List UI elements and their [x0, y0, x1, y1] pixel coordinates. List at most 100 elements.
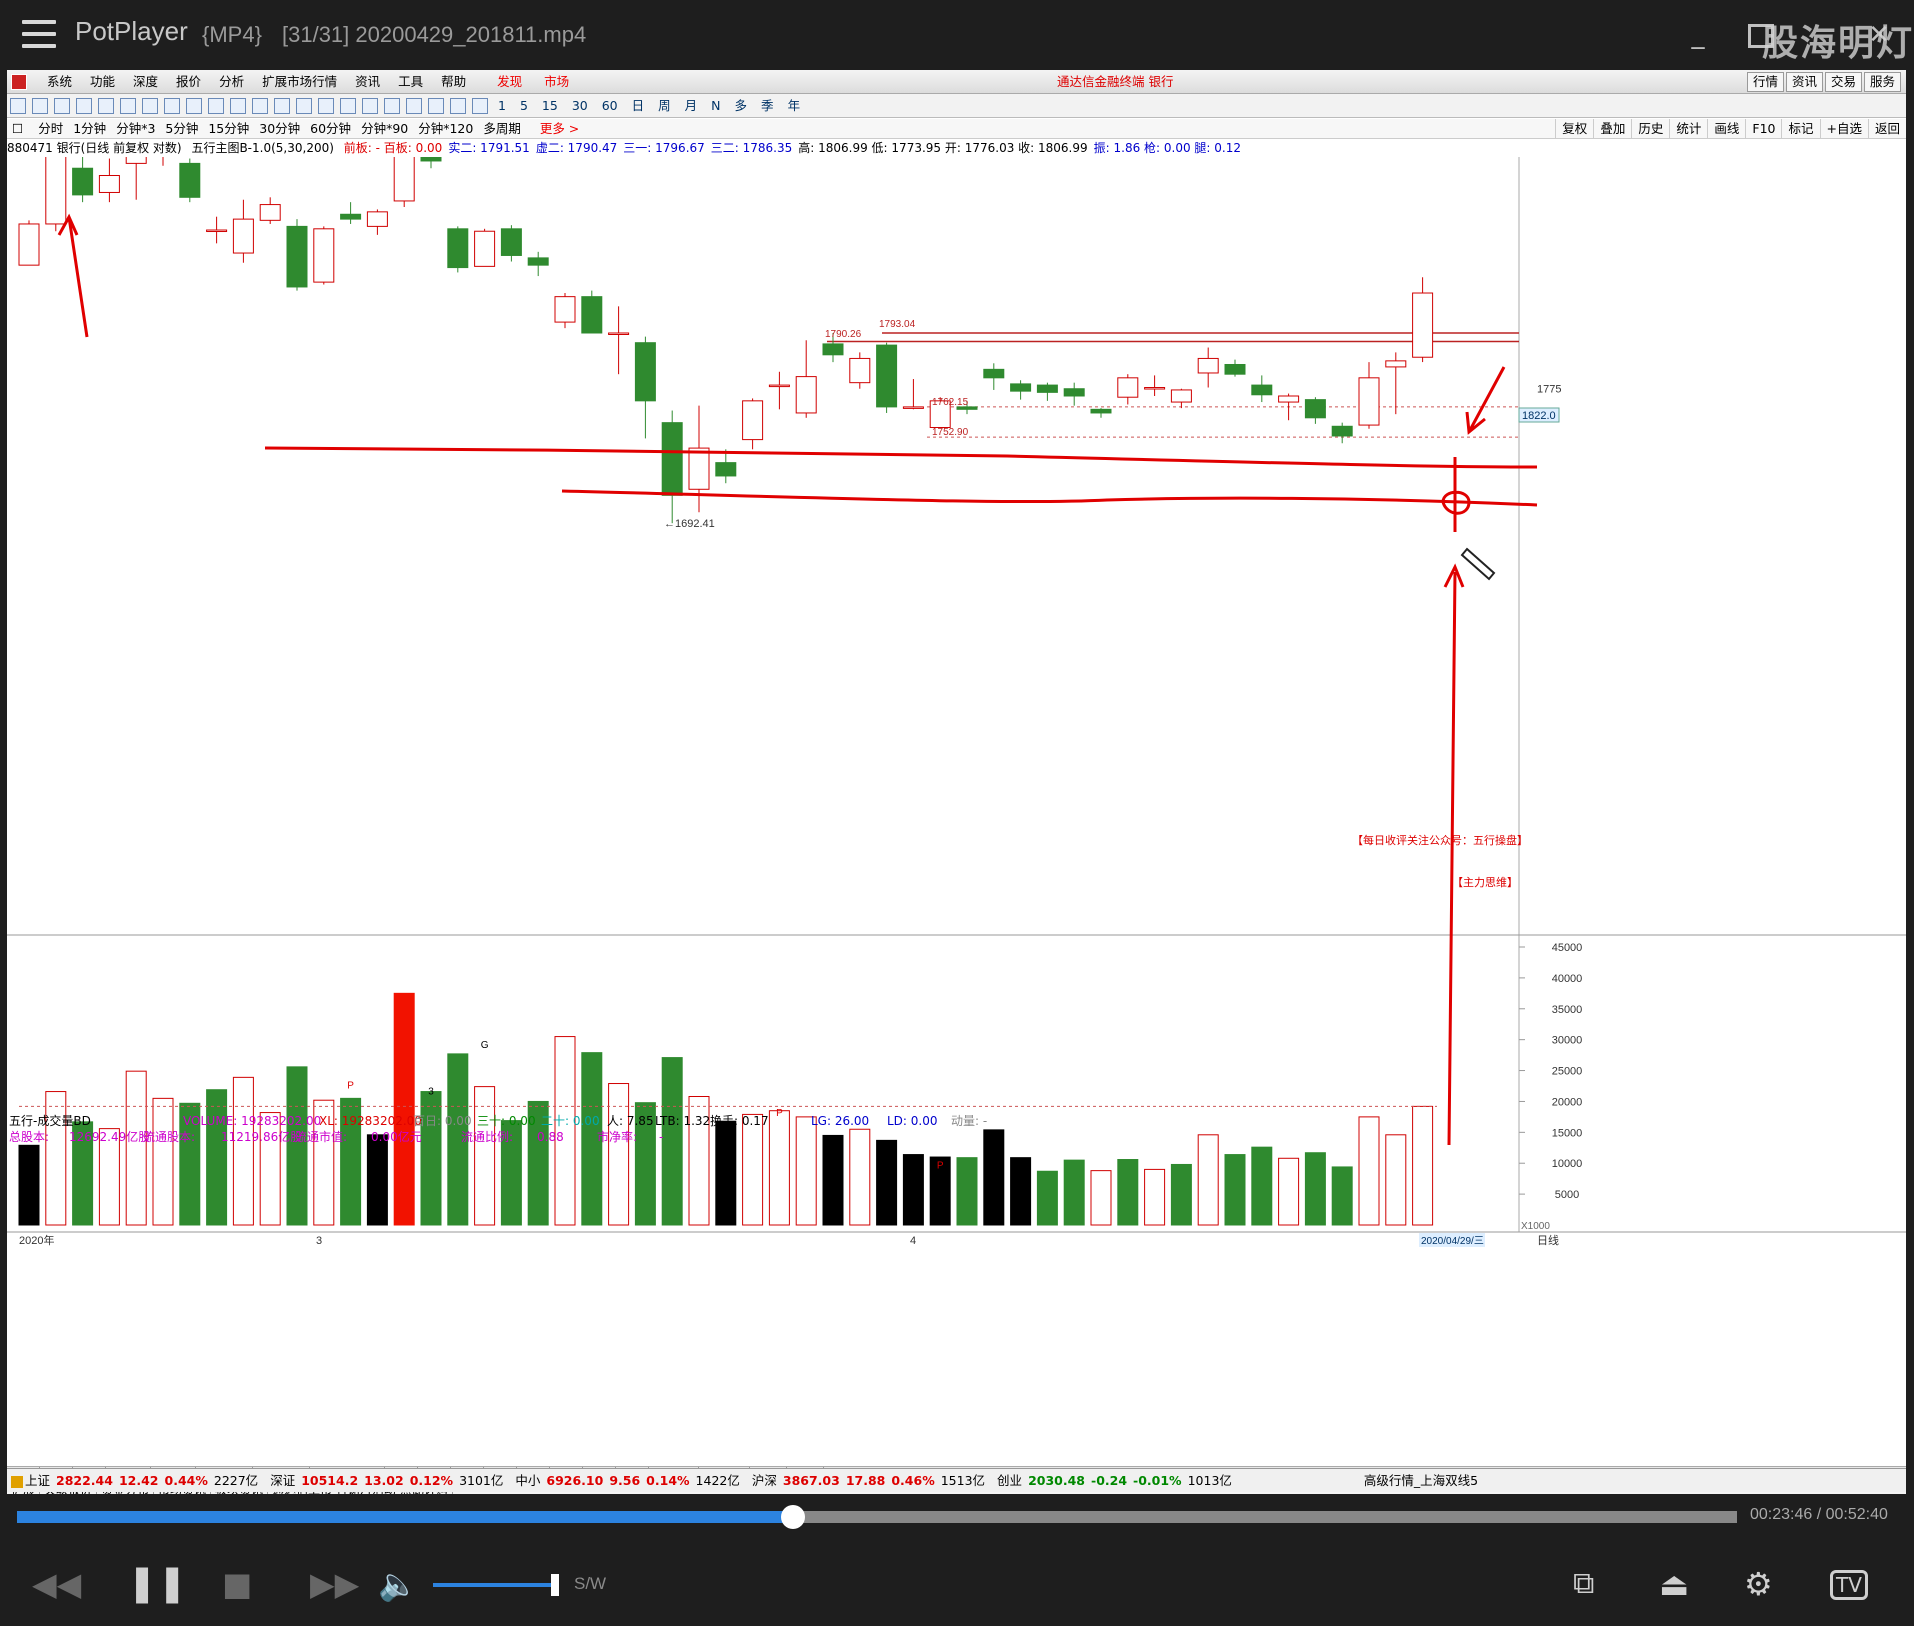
period-item-7[interactable]: 分钟*90	[356, 119, 413, 139]
toolbar-tool-icon[interactable]	[10, 98, 26, 114]
period-right-6[interactable]: 标记	[1781, 119, 1819, 139]
eject-icon[interactable]: ⏏	[1659, 1564, 1689, 1604]
candle-body	[1090, 408, 1112, 414]
volume-knob[interactable]	[551, 1574, 559, 1596]
period-right-5[interactable]: F10	[1745, 119, 1781, 139]
period-right-1[interactable]: 叠加	[1593, 119, 1631, 139]
toolbar-tool-icon[interactable]	[208, 98, 224, 114]
toolbar-period-10[interactable]: 季	[754, 94, 781, 118]
period-item-5[interactable]: 30分钟	[254, 119, 305, 139]
info-item-5: 高: 1806.99 低: 1773.95 开: 1776.03 收: 1806…	[798, 141, 1088, 155]
toolbar-period-2[interactable]: 15	[535, 94, 565, 118]
index-quote[interactable]: 深证 10514.2 13.02 0.12% 3101亿	[270, 1473, 503, 1488]
toolbar-tool-icon[interactable]	[450, 98, 466, 114]
toolbar-period-11[interactable]: 年	[781, 94, 808, 118]
toolbar-tool-icon[interactable]	[142, 98, 158, 114]
index-quote[interactable]: 沪深 3867.03 17.88 0.46% 1513亿	[752, 1473, 985, 1488]
menu-right-0[interactable]: 行情	[1746, 72, 1784, 92]
menu-item-5[interactable]: 扩展市场行情	[253, 70, 346, 94]
menu-item-2[interactable]: 深度	[124, 70, 167, 94]
toolbar-tool-icon[interactable]	[32, 98, 48, 114]
checkbox-icon[interactable]: ☐	[7, 119, 28, 139]
menu-item-7[interactable]: 工具	[389, 70, 432, 94]
rewind-icon[interactable]: ◀◀	[32, 1564, 81, 1604]
index-quote[interactable]: 中小 6926.10 9.56 0.14% 1422亿	[515, 1473, 739, 1488]
speaker-icon[interactable]: 🔈	[378, 1564, 418, 1604]
volume-indicator-title[interactable]: 五行-成交量BD	[9, 1113, 91, 1129]
period-bar: ☐ 分时 1分钟 分钟*3 5分钟 15分钟 30分钟 60分钟 分钟*90 分钟*120 多周期 …	[7, 119, 1906, 139]
seek-bar[interactable]	[17, 1505, 1737, 1529]
menu-item-4[interactable]: 分析	[210, 70, 253, 94]
period-item-4[interactable]: 15分钟	[203, 119, 254, 139]
period-right-2[interactable]: 历史	[1631, 119, 1669, 139]
period-right-3[interactable]: 统计	[1669, 119, 1707, 139]
hamburger-menu-icon[interactable]	[22, 20, 56, 48]
indicator-name[interactable]: 五行主图B-1.0(5,30,200)	[191, 141, 333, 155]
forward-icon[interactable]: ▶▶	[310, 1564, 359, 1604]
toolbar-tool-icon[interactable]	[384, 98, 400, 114]
toolbar-tool-icon[interactable]	[340, 98, 356, 114]
toolbar-tool-icon[interactable]	[76, 98, 92, 114]
index-quote[interactable]: 上证 2822.44 12.42 0.44% 2227亿	[25, 1473, 258, 1488]
menu-market[interactable]: 市场	[535, 70, 578, 94]
tv-icon[interactable]: TV	[1830, 1570, 1868, 1600]
toolbar-tool-icon[interactable]	[472, 98, 488, 114]
menu-item-3[interactable]: 报价	[167, 70, 210, 94]
period-right-7[interactable]: +自选	[1819, 119, 1868, 139]
toolbar-tool-icon[interactable]	[98, 98, 114, 114]
more-periods[interactable]: 更多 >	[535, 119, 584, 139]
toolbar-period-1[interactable]: 5	[513, 94, 535, 118]
menu-right-2[interactable]: 交易	[1824, 72, 1862, 92]
period-item-2[interactable]: 分钟*3	[111, 119, 160, 139]
toolbar-period-6[interactable]: 周	[651, 94, 678, 118]
candle-body	[259, 204, 281, 221]
menu-right-3[interactable]: 服务	[1863, 72, 1901, 92]
toolbar-period-4[interactable]: 60	[595, 94, 625, 118]
toolbar-tool-icon[interactable]	[274, 98, 290, 114]
toolbar-period-9[interactable]: 多	[728, 94, 755, 118]
period-right-8[interactable]: 返回	[1867, 119, 1906, 139]
toolbar-tool-icon[interactable]	[296, 98, 312, 114]
player-titlebar: PotPlayer {MP4} [31/31] 20200429_201811.…	[0, 0, 1914, 70]
stop-icon[interactable]: ■	[222, 1564, 252, 1604]
period-right-0[interactable]: 复权	[1555, 119, 1593, 139]
period-item-8[interactable]: 分钟*120	[413, 119, 478, 139]
minimize-icon[interactable]: _	[1683, 20, 1713, 50]
pause-icon[interactable]: ❚❚	[127, 1564, 187, 1604]
toolbar-tool-icon[interactable]	[318, 98, 334, 114]
toolbar-period-0[interactable]: 1	[491, 94, 513, 118]
toolbar-tool-icon[interactable]	[164, 98, 180, 114]
menu-item-6[interactable]: 资讯	[346, 70, 389, 94]
toolbar-tool-icon[interactable]	[428, 98, 444, 114]
settings-gear-icon[interactable]: ⚙	[1744, 1564, 1773, 1604]
toolbar-tool-icon[interactable]	[252, 98, 268, 114]
toolbar-tool-icon[interactable]	[406, 98, 422, 114]
toolbar-period-8[interactable]: N	[704, 94, 727, 118]
seek-knob[interactable]	[781, 1505, 806, 1529]
toolbar-tool-icon[interactable]	[120, 98, 136, 114]
toolbar-period-7[interactable]: 月	[678, 94, 705, 118]
period-item-6[interactable]: 60分钟	[305, 119, 356, 139]
volume-slider[interactable]	[433, 1574, 559, 1596]
toolbar-period-3[interactable]: 30	[565, 94, 595, 118]
capture-icon[interactable]: ⧉	[1573, 1564, 1594, 1604]
annotation-arrow-up	[1443, 563, 1465, 1146]
toolbar-tool-icon[interactable]	[230, 98, 246, 114]
menu-item-8[interactable]: 帮助	[432, 70, 475, 94]
menu-right-1[interactable]: 资讯	[1785, 72, 1823, 92]
period-item-1[interactable]: 1分钟	[68, 119, 111, 139]
chart-area[interactable]: ←1914.21←1692.411790.261793.041762.15175…	[7, 95, 1906, 1471]
period-right-4[interactable]: 画线	[1707, 119, 1745, 139]
toolbar-tool-icon[interactable]	[54, 98, 70, 114]
volume-axis-label: 35000	[1552, 1004, 1583, 1016]
period-item-0[interactable]: 分时	[33, 119, 68, 139]
period-item-3[interactable]: 5分钟	[160, 119, 203, 139]
index-quote[interactable]: 创业 2030.48 -0.24 -0.01% 1013亿	[997, 1473, 1232, 1488]
period-item-9[interactable]: 多周期	[478, 119, 526, 139]
menu-item-0[interactable]: 系统	[38, 70, 81, 94]
toolbar-tool-icon[interactable]	[362, 98, 378, 114]
toolbar-tool-icon[interactable]	[186, 98, 202, 114]
menu-discover[interactable]: 发现	[488, 70, 531, 94]
menu-item-1[interactable]: 功能	[81, 70, 124, 94]
toolbar-period-5[interactable]: 日	[625, 94, 652, 118]
